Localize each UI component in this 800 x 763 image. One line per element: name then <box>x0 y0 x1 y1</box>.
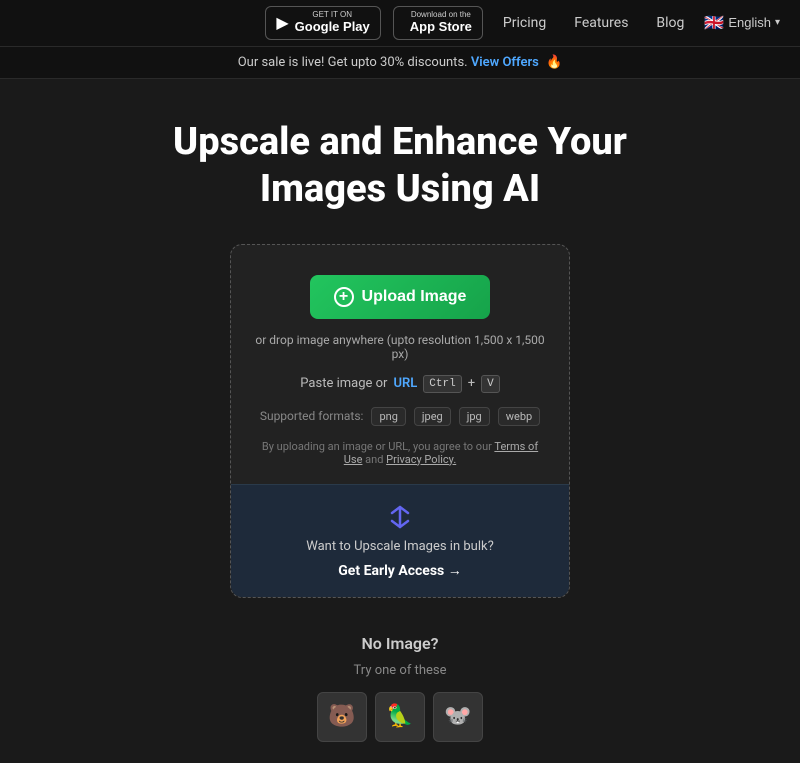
main-content: Upscale and Enhance Your Images Using AI… <box>0 79 800 762</box>
view-offers-link[interactable]: View Offers <box>471 55 539 70</box>
url-link[interactable]: URL <box>393 376 417 391</box>
chevron-down-icon: ▾ <box>775 17 780 28</box>
nav-pricing[interactable]: Pricing <box>495 11 554 35</box>
no-image-subtitle: Try one of these <box>354 663 447 678</box>
no-image-section: No Image? Try one of these 🐻 🦜 🐭 <box>317 634 483 742</box>
app-store-text: Download on the App Store <box>410 11 472 35</box>
formats-row: Supported formats: png jpeg jpg webp <box>260 407 540 426</box>
sample-image-1[interactable]: 🦜 <box>375 692 425 742</box>
language-selector[interactable]: 🇬🇧 English ▾ <box>704 13 780 33</box>
sale-text: Our sale is live! Get upto 30% discounts… <box>238 55 468 70</box>
bulk-arrows-icon <box>386 503 414 531</box>
v-key: V <box>481 375 500 393</box>
no-image-title: No Image? <box>361 634 438 653</box>
nav-features[interactable]: Features <box>566 11 636 35</box>
upload-image-button[interactable]: + Upload Image <box>310 275 491 319</box>
page-title: Upscale and Enhance Your Images Using AI <box>173 119 627 214</box>
google-play-icon: ▶ <box>276 13 288 33</box>
sample-image-2[interactable]: 🐭 <box>433 692 483 742</box>
app-store-button[interactable]: Download on the App Store <box>393 6 483 40</box>
plus-circle-icon: + <box>334 287 354 307</box>
fire-emoji: 🔥 <box>546 55 562 70</box>
drop-hint-text: or drop image anywhere (upto resolution … <box>255 333 545 361</box>
sale-banner: Our sale is live! Get upto 30% discounts… <box>0 47 800 79</box>
bulk-text: Want to Upscale Images in bulk? <box>306 539 493 554</box>
early-access-link[interactable]: Get Early Access → <box>338 562 461 579</box>
navbar: ▶ GET IT ON Google Play Download on the … <box>0 0 800 47</box>
sample-image-0[interactable]: 🐻 <box>317 692 367 742</box>
google-play-button[interactable]: ▶ GET IT ON Google Play <box>265 6 380 40</box>
format-webp: webp <box>498 407 540 426</box>
terms-text: By uploading an image or URL, you agree … <box>255 440 545 466</box>
formats-label: Supported formats: <box>260 409 364 423</box>
upload-button-label: Upload Image <box>362 288 467 306</box>
ctrl-key: Ctrl <box>423 375 461 393</box>
format-jpeg: jpeg <box>414 407 451 426</box>
privacy-link[interactable]: Privacy Policy. <box>386 453 456 466</box>
plus-separator: + <box>468 376 475 391</box>
google-play-text: GET IT ON Google Play <box>295 11 370 35</box>
language-label: English <box>728 15 771 30</box>
paste-label: Paste image or <box>300 376 387 391</box>
upload-box: + Upload Image or drop image anywhere (u… <box>230 244 570 598</box>
format-png: png <box>371 407 405 426</box>
sample-images: 🐻 🦜 🐭 <box>317 692 483 742</box>
flag-icon: 🇬🇧 <box>704 13 724 33</box>
bulk-section: Want to Upscale Images in bulk? Get Earl… <box>230 484 570 597</box>
nav-blog[interactable]: Blog <box>648 11 692 35</box>
paste-row: Paste image or URL Ctrl + V <box>300 375 499 393</box>
format-jpg: jpg <box>459 407 490 426</box>
upload-btn-wrapper: + Upload Image <box>310 275 491 333</box>
